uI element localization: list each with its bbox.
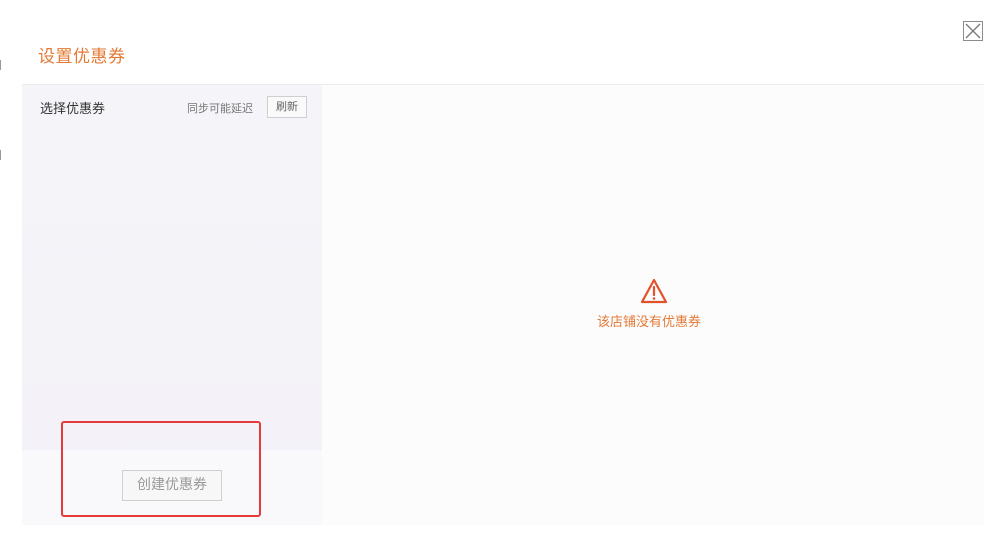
close-button[interactable] [963,21,983,41]
empty-coupon-message: 该店铺没有优惠券 [597,315,702,330]
sync-delay-note: 同步可能延迟 [187,102,253,115]
coupon-dialog: 设置优惠券 选择优惠券 同步可能延迟 刷新 该店铺没有优惠券 创建优惠券 [0,0,994,556]
left-edge-mark [0,60,1,70]
select-coupon-label: 选择优惠券 [40,102,106,117]
refresh-button[interactable]: 刷新 [267,96,307,118]
dialog-title: 设置优惠券 [38,47,126,67]
annotation-highlight-box [61,421,261,517]
create-coupon-button[interactable]: 创建优惠券 [122,470,222,501]
close-icon [965,23,981,39]
coupon-detail-panel [322,85,984,525]
warning-triangle-icon [640,278,668,304]
left-edge-mark [0,150,1,160]
